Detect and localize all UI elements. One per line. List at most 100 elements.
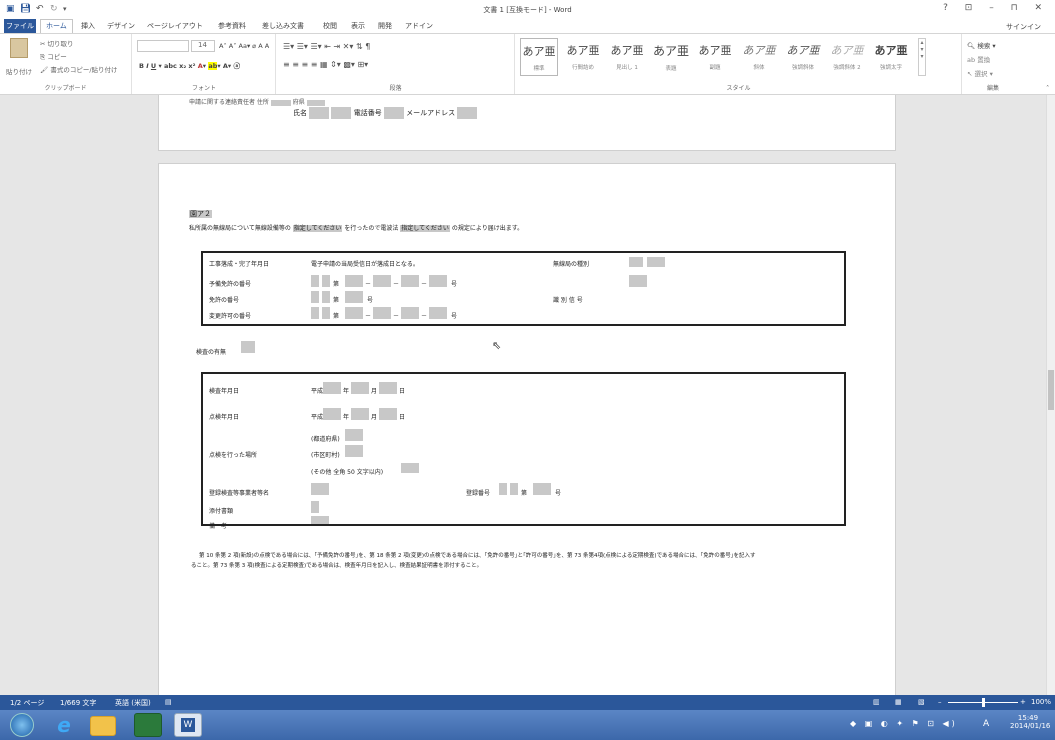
remarks-field[interactable] <box>311 516 329 524</box>
prelicense-field[interactable] <box>345 275 363 287</box>
style-subtitle[interactable]: あア亜 副題 <box>696 38 734 76</box>
inspection-month-field[interactable] <box>351 382 369 394</box>
footnote-line-2: ること。第 73 条第 3 項(検査による定期検査)である場合は、検査年月日を記… <box>191 563 483 569</box>
word-count[interactable]: 1/669 文字 <box>60 698 96 708</box>
inspection-day-field[interactable] <box>379 382 397 394</box>
language-status[interactable]: 英語 (米国) <box>115 698 151 708</box>
internet-explorer-icon[interactable]: e <box>50 713 78 737</box>
font-name-box[interactable] <box>137 40 189 52</box>
format-painter-button[interactable]: 🖌︎ 書式のコピー/貼り付け <box>40 64 118 74</box>
replace-button[interactable]: ab 置換 <box>967 54 990 64</box>
file-explorer-icon[interactable] <box>90 716 116 736</box>
change-permit-field[interactable] <box>345 307 363 319</box>
window-controls[interactable]: ? ⊡ – ⊓ ✕ <box>943 3 1049 13</box>
signin-link[interactable]: サインイン <box>1006 22 1041 32</box>
check-day-field[interactable] <box>379 408 397 420</box>
change-permit-field[interactable] <box>373 307 391 319</box>
prelicense-field[interactable] <box>322 275 330 287</box>
scroll-thumb[interactable] <box>1048 370 1054 410</box>
station-extra-field[interactable] <box>629 275 647 287</box>
zoom-slider-thumb[interactable] <box>982 698 985 707</box>
tab-mailings[interactable]: 差し込み文書 <box>262 21 304 31</box>
license-field[interactable] <box>322 291 330 303</box>
select-button[interactable]: ↖ 選択 ▾ <box>967 68 993 78</box>
tab-developer[interactable]: 開発 <box>378 21 392 31</box>
style-heading-1[interactable]: あア亜 見出し 1 <box>608 38 646 76</box>
license-field[interactable] <box>311 291 319 303</box>
inspection-year-field[interactable] <box>323 382 341 394</box>
read-mode-icon[interactable]: ▥ <box>873 698 880 706</box>
change-permit-field[interactable] <box>322 307 330 319</box>
inspection-presence-field[interactable] <box>241 341 255 353</box>
web-layout-icon[interactable]: ▧ <box>918 698 925 706</box>
paste-button[interactable]: 貼り付け <box>6 66 32 76</box>
tab-insert[interactable]: 挿入 <box>81 21 95 31</box>
license-field[interactable] <box>345 291 363 303</box>
app-icon[interactable] <box>134 713 162 737</box>
tab-addins[interactable]: アドイン <box>405 21 433 31</box>
cut-button[interactable]: ✂ 切り取り <box>40 38 74 48</box>
ime-indicator[interactable]: A <box>983 719 989 729</box>
styles-group: あア亜 標準 あア亜 行間詰め あア亜 見出し 1 あア亜 表題 あア亜 副題 あア亜 斜体… <box>516 34 962 94</box>
tab-file[interactable]: ファイル <box>4 19 36 33</box>
check-month-field[interactable] <box>351 408 369 420</box>
zoom-in-icon[interactable]: + <box>1020 698 1026 706</box>
registration-field[interactable] <box>533 483 551 495</box>
placeholder-field[interactable]: 指定してください <box>292 225 343 232</box>
tab-design[interactable]: デザイン <box>107 21 135 31</box>
word-taskbar-icon[interactable]: W <box>174 713 202 737</box>
start-button-icon[interactable] <box>10 713 34 737</box>
prefecture-field[interactable] <box>345 429 363 441</box>
place-label: 点検を行った場所 <box>209 452 258 459</box>
vertical-scrollbar[interactable] <box>1046 95 1055 695</box>
collapse-ribbon-icon[interactable]: ˄ <box>1046 84 1049 92</box>
style-emphasis[interactable]: あア亜 斜体 <box>740 38 778 76</box>
style-intense-emphasis-2[interactable]: あア亜 強調斜体 2 <box>828 38 866 76</box>
change-permit-field[interactable] <box>401 307 419 319</box>
styles-scroll[interactable]: ▴ ▾ ▾ <box>918 38 926 76</box>
tab-view[interactable]: 表示 <box>351 21 365 31</box>
style-no-spacing[interactable]: あア亜 行間詰め <box>564 38 602 76</box>
check-year-field[interactable] <box>323 408 341 420</box>
page-count[interactable]: 1/2 ページ <box>10 698 44 708</box>
font-format-buttons[interactable]: B I U ▾ abc x₂ x² A▾ ab▾ A▾ ⓐ <box>139 60 240 70</box>
style-strong[interactable]: あア亜 強調太字 <box>872 38 910 76</box>
prelicense-field[interactable] <box>401 275 419 287</box>
inspector-name-field[interactable] <box>311 483 329 495</box>
change-permit-field[interactable] <box>429 307 447 319</box>
tab-home[interactable]: ホーム <box>40 19 73 33</box>
tab-page-layout[interactable]: ページレイアウト <box>147 21 203 31</box>
list-buttons[interactable]: ☰▾ ☰▾ ☰▾ ⇤ ⇥ ✕▾ ⇅ ¶ <box>283 42 370 51</box>
style-title[interactable]: あア亜 表題 <box>652 38 690 76</box>
copy-button[interactable]: ⎘ コピー <box>40 51 67 62</box>
macro-icon[interactable]: ▤ <box>165 698 172 706</box>
font-size-box[interactable]: 14 <box>191 40 215 52</box>
tab-review[interactable]: 校閲 <box>323 21 337 31</box>
style-intense-emphasis[interactable]: あア亜 強調斜体 <box>784 38 822 76</box>
style-normal[interactable]: あア亜 標準 <box>520 38 558 76</box>
attachments-field[interactable] <box>311 501 319 513</box>
zoom-level[interactable]: 100% <box>1031 698 1051 706</box>
tab-references[interactable]: 参考資料 <box>218 21 246 31</box>
prelicense-field[interactable] <box>373 275 391 287</box>
registration-field[interactable] <box>499 483 507 495</box>
title-bar: ▣ 💾︎ ↶ ↻ ▾ 文書 1 [互換モード] - Word ? ⊡ – ⊓ ✕ <box>0 0 1055 19</box>
heisei-text: 平成 <box>311 388 324 395</box>
station-type-field[interactable] <box>629 257 643 267</box>
align-buttons[interactable]: ≡ ≡ ≡ ≡ ▦ ⇕▾ ▩▾ ⊞▾ <box>283 60 368 69</box>
placeholder-field[interactable]: 指定してください <box>400 225 450 232</box>
paste-icon[interactable] <box>10 38 28 58</box>
registration-field[interactable] <box>510 483 518 495</box>
zoom-out-icon[interactable]: – <box>938 698 942 706</box>
clock[interactable]: 15:49 2014/01/16 <box>1010 714 1050 730</box>
print-layout-icon[interactable]: ▦ <box>895 698 902 706</box>
prelicense-field[interactable] <box>429 275 447 287</box>
prelicense-field[interactable] <box>311 275 319 287</box>
city-field[interactable] <box>345 445 363 457</box>
station-type-field[interactable] <box>647 257 665 267</box>
change-permit-field[interactable] <box>311 307 319 319</box>
tray-icons[interactable]: ◆ ▣ ◐ ✦ ⚑ ⊡ ◀) <box>850 719 958 728</box>
font-size-buttons[interactable]: A˄ A˅ Aa▾ ⌀ A A <box>219 42 269 50</box>
other-place-field[interactable] <box>401 463 419 473</box>
find-button[interactable]: 🔍︎ 検索 ▾ <box>967 40 996 50</box>
